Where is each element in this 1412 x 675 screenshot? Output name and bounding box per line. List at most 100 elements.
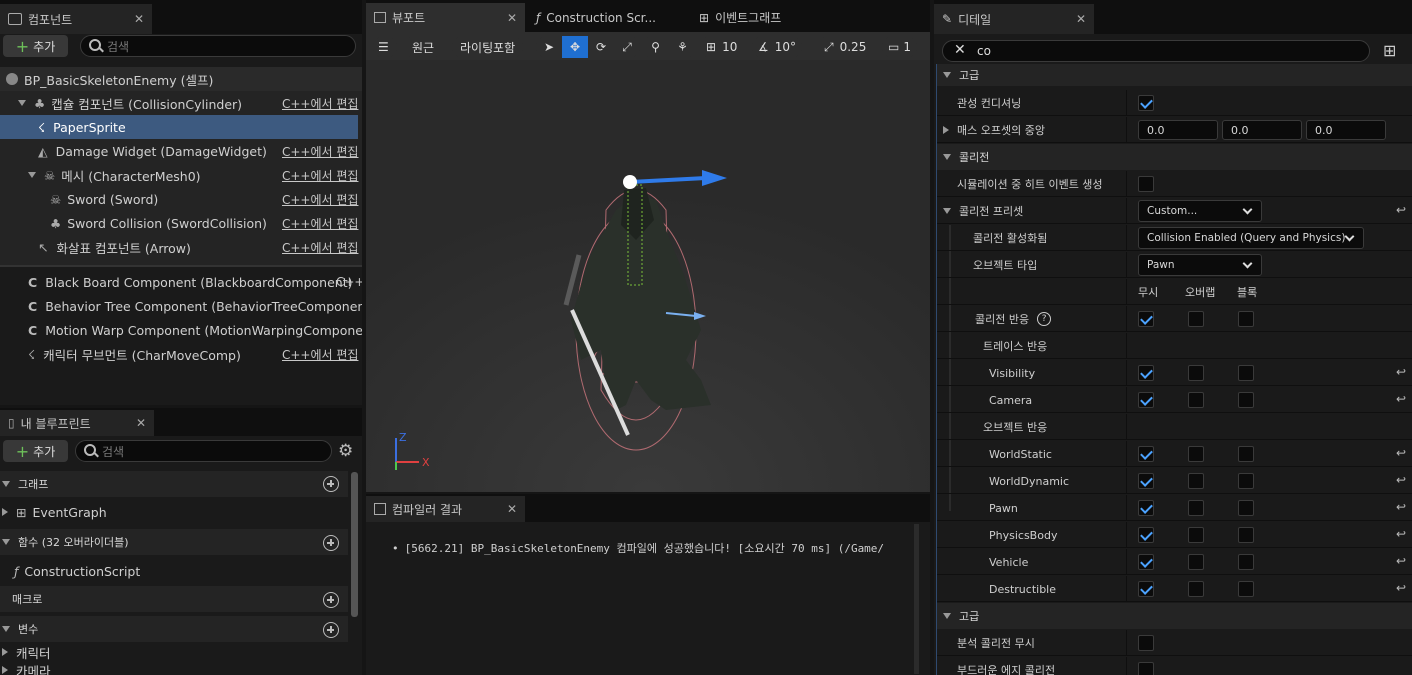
expand-icon[interactable] <box>943 208 951 214</box>
expand-icon[interactable] <box>2 648 8 656</box>
checkbox[interactable] <box>1138 635 1154 651</box>
component-capsule[interactable]: ♣ 캡슐 컴포넌트 (CollisionCylinder) C++에서 편집 <box>0 91 362 115</box>
edit-in-cpp-link[interactable]: C++에서 편집 <box>282 167 358 184</box>
reset-to-default-icon[interactable]: ↩ <box>1396 393 1408 405</box>
functions-section-header[interactable]: 함수 (32 오버라이더블) <box>0 529 348 555</box>
block-checkbox[interactable] <box>1238 311 1254 327</box>
overlap-checkbox[interactable] <box>1188 500 1204 516</box>
reset-to-default-icon[interactable]: ↩ <box>1396 474 1408 486</box>
component-sword[interactable]: ☠ Sword (Sword) C++에서 편집 <box>0 187 362 211</box>
close-icon[interactable]: ✕ <box>507 502 517 516</box>
table-view-icon[interactable]: ⊞ <box>1383 41 1396 60</box>
expand-icon[interactable] <box>2 539 10 545</box>
expand-icon[interactable] <box>943 126 949 134</box>
block-checkbox[interactable] <box>1238 527 1254 543</box>
overlap-checkbox[interactable] <box>1188 365 1204 381</box>
expand-icon[interactable] <box>2 508 8 516</box>
collision-enabled-dropdown[interactable]: Collision Enabled (Query and Physics) <box>1138 227 1364 249</box>
tab-details[interactable]: ✎ 디테일 ✕ <box>934 4 1094 34</box>
tab-my-blueprint[interactable]: ▯ 내 블루프린트 ✕ <box>0 410 154 436</box>
mass-offset-x[interactable]: 0.0 <box>1138 120 1218 140</box>
add-blueprint-item-button[interactable]: + 추가 <box>3 440 68 462</box>
ignore-checkbox[interactable] <box>1138 527 1154 543</box>
camera-speed-button[interactable]: ▭ 1 <box>882 36 917 58</box>
expand-icon[interactable] <box>2 626 10 632</box>
close-icon[interactable]: ✕ <box>136 416 146 430</box>
overlap-checkbox[interactable] <box>1188 527 1204 543</box>
close-icon[interactable]: ✕ <box>134 12 144 26</box>
component-sword-collision[interactable]: ♣ Sword Collision (SwordCollision) C++에서… <box>0 211 362 235</box>
ignore-checkbox[interactable] <box>1138 554 1154 570</box>
ignore-checkbox[interactable] <box>1138 392 1154 408</box>
object-type-dropdown[interactable]: Pawn <box>1138 254 1262 276</box>
component-search-input[interactable]: 검색 <box>80 35 356 57</box>
edit-in-cpp-link[interactable]: C++에서 편집 <box>282 215 358 232</box>
overlap-checkbox[interactable] <box>1188 473 1204 489</box>
world-space-icon[interactable]: ⚲ <box>642 40 669 54</box>
expand-icon[interactable] <box>2 666 8 674</box>
variable-category-camera[interactable]: 카메라 <box>0 661 348 675</box>
lighting-mode-button[interactable]: 라이팅포함 <box>452 36 524 58</box>
graph-section-header[interactable]: 그래프 <box>0 471 348 497</box>
variables-section-header[interactable]: 변수 <box>0 616 348 642</box>
tab-viewport[interactable]: 뷰포트 ✕ <box>366 3 525 32</box>
checkbox[interactable] <box>1138 176 1154 192</box>
block-checkbox[interactable] <box>1238 473 1254 489</box>
component-damage-widget[interactable]: ◭ Damage Widget (DamageWidget) C++에서 편집 <box>0 139 362 163</box>
expand-icon[interactable] <box>943 72 951 78</box>
variable-category-character[interactable]: 캐릭터 <box>0 643 348 661</box>
ignore-checkbox[interactable] <box>1138 581 1154 597</box>
add-component-button[interactable]: + 추가 <box>3 35 68 57</box>
reset-to-default-icon[interactable]: ↩ <box>1396 204 1408 216</box>
construction-script-item[interactable]: ƒ ConstructionScript <box>0 559 348 583</box>
reset-to-default-icon[interactable]: ↩ <box>1396 447 1408 459</box>
help-icon[interactable]: ? <box>1037 312 1052 326</box>
component-arrow[interactable]: ↖ 화살표 컴포넌트 (Arrow) C++에서 편집 <box>0 235 362 259</box>
ignore-checkbox[interactable] <box>1138 365 1154 381</box>
scrollbar[interactable] <box>914 524 919 674</box>
macros-section-header[interactable]: 매크로 <box>0 586 348 612</box>
add-macro-icon[interactable] <box>323 592 339 608</box>
ignore-checkbox[interactable] <box>1138 446 1154 462</box>
component-root[interactable]: BP_BasicSkeletonEnemy (셀프) <box>0 67 362 91</box>
angle-snap-button[interactable]: ∡ 10° <box>752 36 803 58</box>
ignore-checkbox[interactable] <box>1138 473 1154 489</box>
component-motion-warp[interactable]: C Motion Warp Component (MotionWarpingCo… <box>0 318 362 342</box>
reset-to-default-icon[interactable]: ↩ <box>1396 528 1408 540</box>
overlap-checkbox[interactable] <box>1188 311 1204 327</box>
checkbox[interactable] <box>1138 662 1154 675</box>
select-icon[interactable]: ➤ <box>536 40 562 54</box>
block-checkbox[interactable] <box>1238 581 1254 597</box>
add-graph-icon[interactable] <box>323 476 339 492</box>
tab-event-graph[interactable]: ⊞ 이벤트그래프 <box>691 3 851 32</box>
tab-construction-script[interactable]: ƒ Construction Scr... <box>528 3 688 32</box>
edit-in-cpp-link[interactable]: C++에서 편집 <box>282 191 358 208</box>
surface-snap-icon[interactable]: ⚘ <box>669 40 696 54</box>
component-char-move[interactable]: ☇ 캐릭터 무브먼트 (CharMoveComp) C++에서 편집 <box>0 342 362 366</box>
add-variable-icon[interactable] <box>323 622 339 638</box>
block-checkbox[interactable] <box>1238 365 1254 381</box>
block-checkbox[interactable] <box>1238 392 1254 408</box>
ignore-checkbox[interactable] <box>1138 500 1154 516</box>
scrollbar[interactable] <box>351 472 358 617</box>
overlap-checkbox[interactable] <box>1188 554 1204 570</box>
gear-icon[interactable]: ⚙ <box>338 441 353 461</box>
component-blackboard[interactable]: C Black Board Component (BlackboardCompo… <box>0 270 362 294</box>
compiler-message[interactable]: • [5662.21] BP_BasicSkeletonEnemy 컴파일에 성공… <box>392 540 916 556</box>
rotate-icon[interactable]: ⟳ <box>588 40 614 54</box>
reset-to-default-icon[interactable]: ↩ <box>1396 582 1408 594</box>
details-search-input[interactable]: ✕ co <box>942 40 1370 62</box>
scale-snap-button[interactable]: ⤢ 0.25 <box>818 36 873 58</box>
block-checkbox[interactable] <box>1238 446 1254 462</box>
edit-in-cpp-link[interactable]: C++에서 편집 <box>282 95 358 112</box>
block-checkbox[interactable] <box>1238 500 1254 516</box>
clear-search-icon[interactable]: ✕ <box>954 42 966 58</box>
viewport-scene[interactable]: Z X <box>366 60 930 492</box>
move-icon[interactable]: ✥ <box>562 36 588 58</box>
perspective-button[interactable]: 원근 <box>404 36 443 58</box>
blueprint-search-input[interactable]: 검색 <box>75 440 332 462</box>
edit-in-cpp-link[interactable]: C++에서 편집 <box>282 143 358 160</box>
component-mesh[interactable]: ☠ 메시 (CharacterMesh0) C++에서 편집 <box>0 163 362 187</box>
edit-in-cpp-link[interactable]: C++에서 편집 <box>282 346 358 363</box>
close-icon[interactable]: ✕ <box>507 11 517 25</box>
